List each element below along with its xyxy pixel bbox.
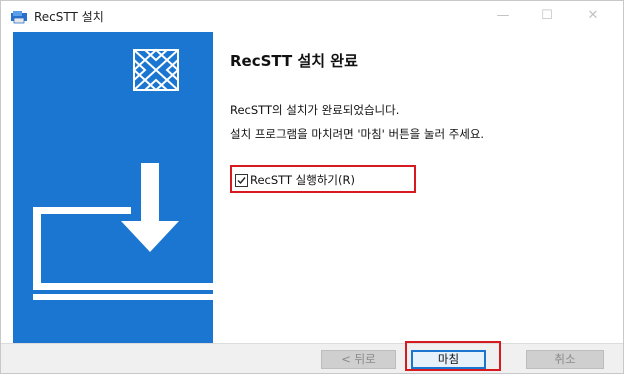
- launch-checkbox[interactable]: [235, 174, 248, 187]
- button-bar: < 뒤로 마침 취소: [1, 343, 623, 373]
- close-icon: ✕: [587, 8, 599, 23]
- page-title: RecSTT 설치 완료: [230, 52, 358, 70]
- launch-option-highlight[interactable]: RecSTT 실행하기(R): [230, 165, 416, 193]
- launch-checkbox-label[interactable]: RecSTT 실행하기(R): [250, 172, 355, 188]
- laptop-download-icon: [33, 163, 213, 300]
- checkmark-icon: [237, 177, 246, 185]
- app-icon: [11, 9, 27, 24]
- title-bar[interactable]: RecSTT 설치 — ☐ ✕: [1, 1, 623, 31]
- close-button[interactable]: ✕: [578, 5, 608, 27]
- installer-window: RecSTT 설치 — ☐ ✕ RecSTT 설치 완료 RecSTT의 설치가…: [0, 0, 624, 374]
- content-area: RecSTT 설치 완료 RecSTT의 설치가 완료되었습니다. 설치 프로그…: [230, 32, 610, 343]
- maximize-button[interactable]: ☐: [532, 5, 562, 27]
- completion-message: RecSTT의 설치가 완료되었습니다.: [230, 103, 400, 117]
- window-title: RecSTT 설치: [34, 10, 104, 24]
- back-button[interactable]: < 뒤로: [321, 350, 396, 369]
- side-panel: [13, 32, 213, 343]
- maximize-icon: ☐: [541, 8, 553, 23]
- diamond-grid-logo: [132, 48, 180, 92]
- finish-button-highlight: [405, 341, 501, 371]
- instruction-message: 설치 프로그램을 마치려면 '마침' 버튼을 눌러 주세요.: [230, 127, 485, 141]
- minimize-button[interactable]: —: [488, 5, 518, 27]
- minimize-icon: —: [496, 8, 510, 23]
- cancel-button[interactable]: 취소: [526, 350, 604, 369]
